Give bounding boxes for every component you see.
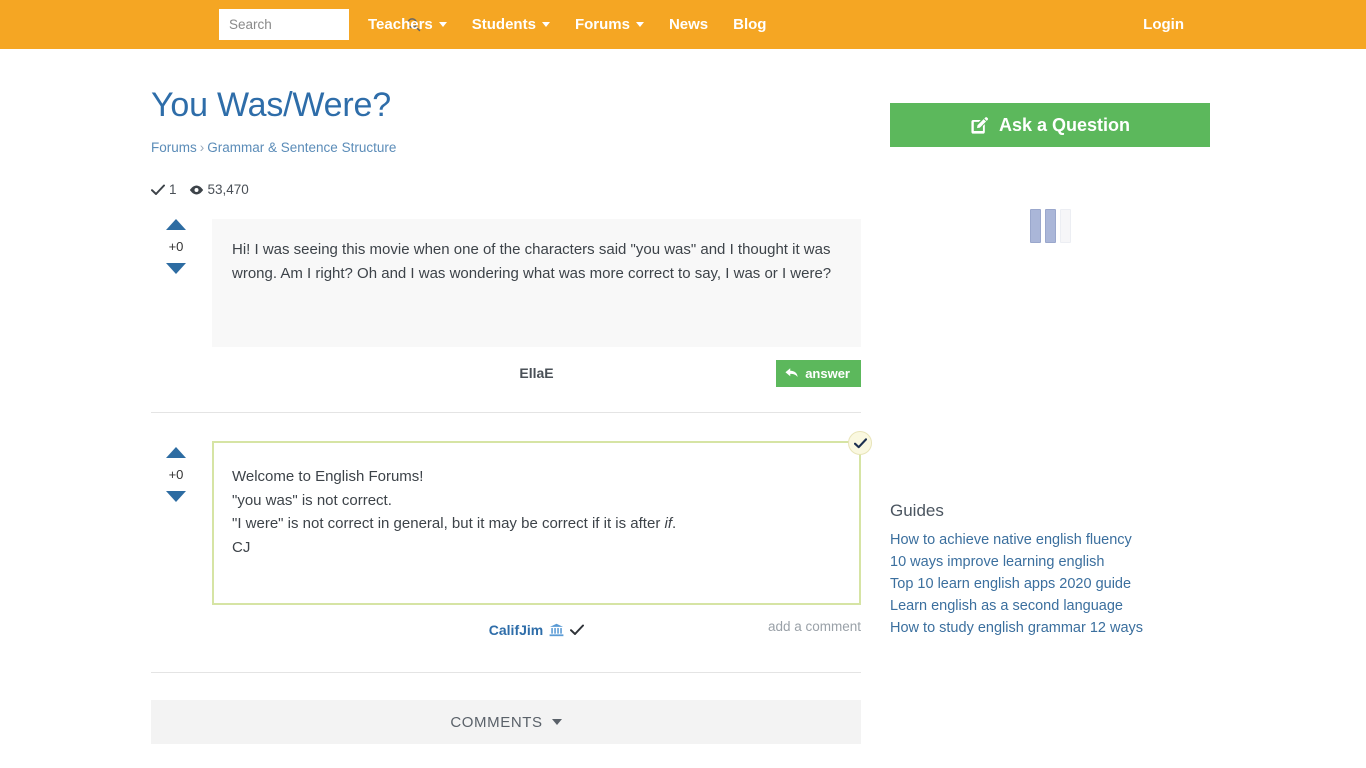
guides-list: How to achieve native english fluency 10…: [890, 532, 1210, 636]
vote-down-icon[interactable]: [166, 263, 186, 274]
answer-button[interactable]: answer: [776, 360, 861, 387]
main-nav: Teachers Students Forums News Blog: [368, 0, 791, 49]
edit-pencil-icon: [971, 116, 988, 134]
answer-line-1: Welcome to English Forums!: [232, 468, 424, 485]
breadcrumb-category[interactable]: Grammar & Sentence Structure: [207, 140, 396, 155]
answers-stat: 1: [151, 182, 177, 197]
login-link[interactable]: Login: [1143, 0, 1184, 49]
question-body: Hi! I was seeing this movie when one of …: [212, 219, 861, 347]
guide-link-3[interactable]: Top 10 learn english apps 2020 guide: [890, 576, 1210, 592]
nav-item-students[interactable]: Students: [472, 16, 550, 33]
views-stat: 53,470: [189, 182, 249, 197]
accepted-answer-badge: [848, 431, 872, 455]
nav-item-blog[interactable]: Blog: [733, 16, 766, 33]
guides-heading: Guides: [890, 501, 944, 520]
question-meta: EllaE answer: [212, 360, 861, 387]
question-vote-count: +0: [168, 239, 184, 254]
answer-meta: CalifJim add a comment: [212, 617, 861, 643]
comments-toggle[interactable]: COMMENTS: [151, 700, 861, 744]
loading-indicator: [890, 206, 1210, 246]
answer-vote-widget: +0: [158, 447, 194, 502]
nav-label-teachers: Teachers: [368, 16, 433, 33]
answer-post: +0 Welcome to English Forums! "you was" …: [151, 431, 872, 643]
vote-up-icon[interactable]: [166, 447, 186, 458]
answer-emphasis-word: if: [664, 515, 672, 533]
verified-check-icon: [570, 624, 585, 635]
views-count: 53,470: [207, 182, 249, 197]
guide-link-1[interactable]: How to achieve native english fluency: [890, 532, 1210, 548]
chevron-down-icon: [635, 22, 644, 27]
chevron-down-icon: [438, 22, 447, 27]
nav-label-students: Students: [471, 16, 536, 33]
add-comment-link[interactable]: add a comment: [768, 619, 861, 634]
answer-author-badges: [549, 623, 585, 637]
chevron-down-icon: [551, 719, 562, 725]
vote-down-icon[interactable]: [166, 491, 186, 502]
eye-icon: [189, 185, 203, 194]
answer-line-2: "you was" is not correct.: [232, 491, 392, 509]
answer-button-label: answer: [805, 366, 850, 381]
main-content: You Was/Were? Forums › Grammar & Sentence …: [151, 49, 872, 744]
guide-link-4[interactable]: Learn english as a second language: [890, 598, 1210, 614]
answer-line-3-text: "I were" is not correct in general, but …: [232, 515, 665, 533]
chevron-down-icon: [541, 22, 550, 27]
accepted-check-icon: [853, 437, 867, 448]
breadcrumb-separator: ›: [199, 140, 205, 155]
vote-up-icon[interactable]: [166, 219, 186, 230]
right-sidebar: Ask a Question Guides How to achieve nat…: [890, 49, 1210, 636]
breadcrumb-forums[interactable]: Forums: [151, 140, 197, 155]
answer-emphasis-period: .: [671, 515, 677, 533]
reply-arrow-icon: [785, 368, 798, 377]
check-icon: [151, 184, 165, 195]
question-vote-widget: +0: [158, 219, 194, 274]
breadcrumb: Forums › Grammar & Sentence Structure: [151, 140, 861, 155]
ask-a-question-button[interactable]: Ask a Question: [890, 103, 1210, 147]
page-title: You Was/Were?: [151, 86, 391, 124]
answers-count: 1: [169, 182, 177, 197]
nav-label-blog: Blog: [733, 16, 767, 33]
loader-bar-1: [1029, 209, 1041, 243]
nav-label-forums: Forums: [574, 16, 630, 33]
nav-label-news: News: [668, 16, 709, 33]
top-navigation-bar: Teachers Students Forums News Blog Login: [0, 0, 1366, 49]
loader-bar-2: [1044, 209, 1056, 243]
answer-author[interactable]: CalifJim: [489, 622, 543, 638]
question-post: +0 Hi! I was seeing this movie when one …: [151, 219, 861, 387]
question-author: EllaE: [519, 365, 554, 381]
comments-label: COMMENTS: [450, 713, 543, 731]
nav-item-teachers[interactable]: Teachers: [368, 16, 447, 33]
answer-vote-count: +0: [168, 467, 184, 482]
answer-line-3: "I were" is not correct in general, but …: [232, 512, 837, 536]
answer-line-4: CJ: [232, 538, 251, 556]
guide-link-5[interactable]: How to study english grammar 12 ways: [890, 620, 1210, 636]
post-stats: 1 53,470: [151, 182, 861, 197]
nav-item-news[interactable]: News: [669, 16, 708, 33]
bank-icon: [549, 623, 564, 637]
nav-item-forums[interactable]: Forums: [575, 16, 644, 33]
guide-link-2[interactable]: 10 ways improve learning english: [890, 554, 1210, 570]
post-divider: [151, 412, 861, 413]
ask-a-question-label: Ask a Question: [998, 114, 1131, 135]
loader-bar-3: [1059, 209, 1071, 243]
search-box[interactable]: [219, 9, 421, 40]
answer-divider: [151, 672, 861, 673]
answer-body: Welcome to English Forums! "you was" is …: [212, 431, 872, 605]
